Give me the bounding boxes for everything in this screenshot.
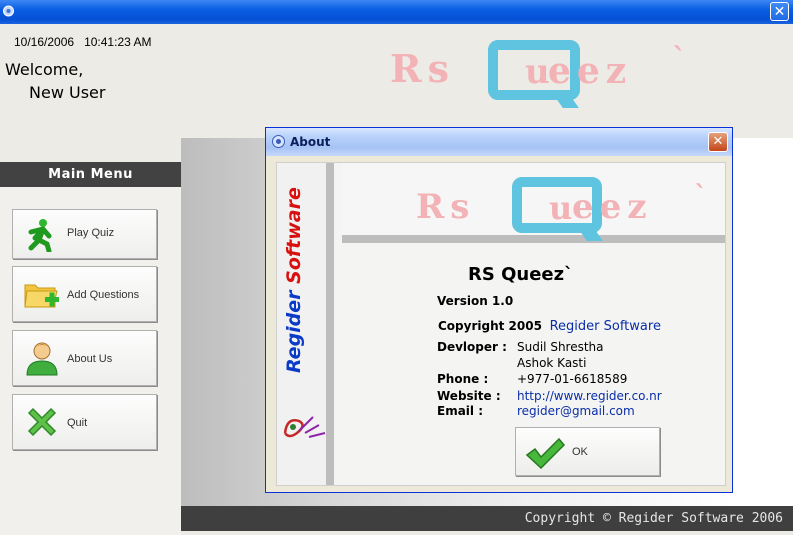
product-name: RS Queez`	[468, 264, 574, 285]
version-text: Version 1.0	[437, 294, 514, 308]
about-dialog: About ✕ Regider Software Rs u eez ` RS Q…	[265, 127, 733, 493]
developer-2: Ashok Kasti	[517, 356, 587, 370]
time-text: 10:41:23 AM	[84, 35, 152, 49]
checkmark-icon	[525, 437, 565, 469]
dialog-logo-panel: Rs u eez `	[342, 163, 725, 243]
dialog-logo-eez: eez	[572, 187, 653, 227]
green-x-icon	[27, 407, 57, 437]
website-link[interactable]: http://www.regider.co.nr	[517, 389, 662, 403]
developer-1: Sudil Shrestha	[517, 340, 604, 354]
welcome-text: Welcome,	[5, 60, 84, 79]
dialog-titlebar[interactable]: About ✕	[266, 128, 732, 156]
running-man-icon	[28, 219, 52, 252]
main-menu-header: Main Menu	[0, 162, 181, 187]
brand-software: Software	[283, 187, 305, 284]
brand-emblem-icon	[283, 416, 326, 438]
website-label: Website :	[437, 389, 501, 403]
phone-label: Phone :	[437, 372, 489, 386]
copyright-prefix: Copyright 2005	[438, 319, 542, 333]
window-titlebar: ✕	[0, 0, 793, 24]
dialog-logo-u: u	[549, 189, 573, 227]
username-text: New User	[29, 83, 106, 102]
phone-value: +977-01-6618589	[517, 372, 628, 386]
copyright-line: Copyright 2005 Regider Software	[438, 319, 661, 334]
app-logo: Rs u eez `	[390, 38, 690, 110]
brand-side-strip: Regider Software	[277, 163, 334, 485]
dialog-close-button[interactable]: ✕	[708, 132, 728, 152]
about-us-button[interactable]: About Us	[12, 330, 157, 386]
about-us-label: About Us	[67, 353, 113, 365]
play-quiz-button[interactable]: Play Quiz	[12, 209, 157, 259]
vertical-brand-text: Regider Software	[283, 187, 305, 373]
email-label: Email :	[437, 404, 484, 418]
logo-u: u	[525, 52, 550, 92]
add-questions-label: Add Questions	[67, 289, 140, 301]
date-time: 10/16/2006 10:41:23 AM	[14, 35, 151, 49]
copyright-footer: Copyright © Regider Software 2006	[181, 506, 793, 531]
play-quiz-label: Play Quiz	[67, 227, 115, 239]
logo-tick: `	[672, 42, 692, 75]
dialog-app-icon	[272, 135, 285, 148]
add-questions-button[interactable]: Add Questions	[12, 266, 157, 322]
quit-button[interactable]: Quit	[12, 394, 157, 450]
user-icon	[26, 342, 58, 376]
brand-regider: Regider	[283, 290, 305, 373]
quit-label: Quit	[67, 417, 88, 429]
folder-add-icon	[24, 284, 59, 308]
dialog-logo: Rs u eez `	[416, 173, 716, 241]
dialog-title: About	[290, 135, 331, 149]
date-text: 10/16/2006	[14, 35, 75, 49]
company-name: Regider Software	[549, 319, 661, 334]
ok-button[interactable]: OK	[515, 427, 660, 476]
dialog-logo-tick: `	[694, 181, 713, 211]
dialog-logo-rs: Rs	[416, 187, 476, 227]
app-icon	[3, 5, 14, 17]
window-close-button[interactable]: ✕	[770, 2, 789, 21]
developer-label: Devloper :	[437, 340, 507, 354]
ok-label: OK	[572, 446, 588, 458]
logo-eez: eez	[548, 50, 633, 92]
email-link[interactable]: regider@gmail.com	[517, 404, 635, 418]
logo-rs: Rs	[390, 46, 455, 91]
